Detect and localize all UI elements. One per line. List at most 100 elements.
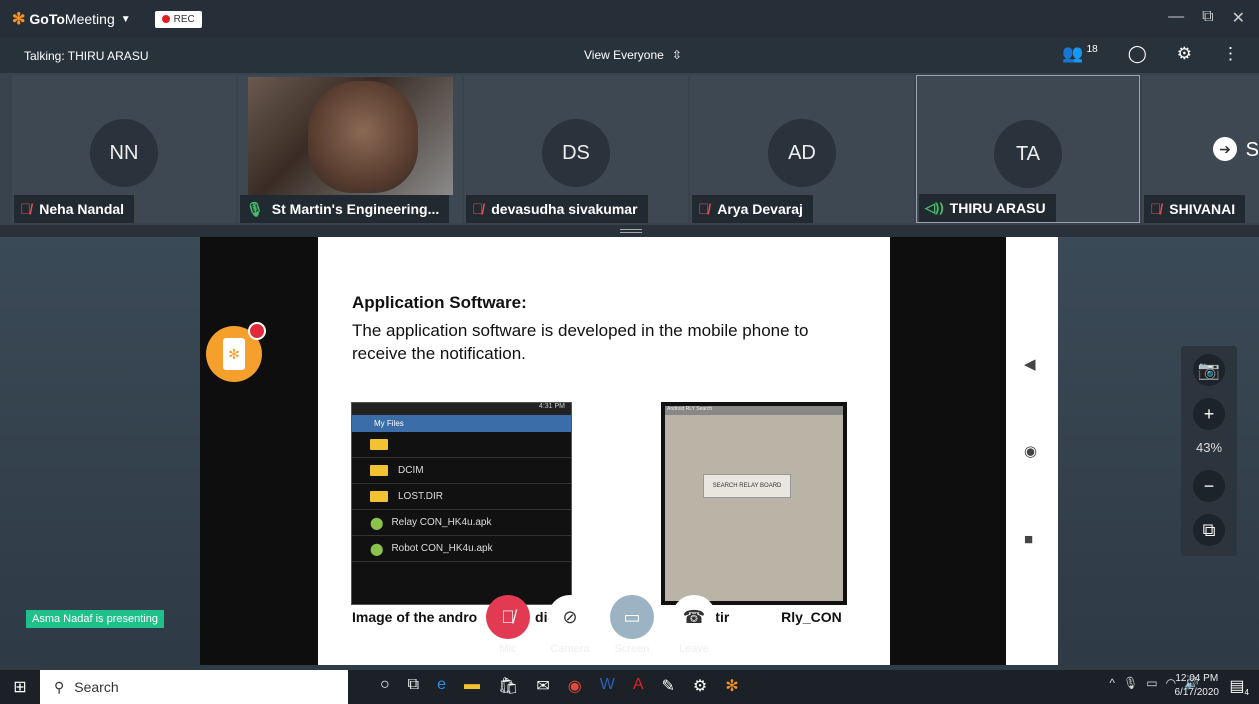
item-label: Robot CON_HK4u.apk (391, 543, 493, 554)
zoom-panel: 📷 + 43% − ⧉ (1181, 346, 1237, 556)
camera-control[interactable]: ⊘ Camera (548, 595, 592, 655)
camera-off-icon[interactable]: ⊘ (548, 595, 592, 639)
maximize-button[interactable]: ⧉ (1202, 8, 1213, 28)
taskbar-clock[interactable]: 12:04 PM 6/17/2020 (1175, 672, 1220, 700)
drag-handle-icon[interactable] (620, 229, 642, 233)
phone-screenshot-files: 4:31 PM My Files DCIM LOST.DIR ⬤ Relay CO… (351, 402, 572, 605)
settings-icon[interactable]: ⚙ (693, 676, 707, 696)
snapshot-camera-icon[interactable]: 📷 (1193, 354, 1225, 386)
store-icon[interactable]: 🛍 (498, 676, 518, 696)
taskbar-search[interactable]: ⚲ Search (40, 670, 348, 704)
participant-tile-active[interactable]: TA ◁)) THIRU ARASU (916, 75, 1140, 223)
letterbox-right (890, 237, 1008, 665)
action-center-icon[interactable]: ▤4 (1229, 676, 1249, 697)
brand-light: Meeting (64, 11, 115, 27)
info-icons: 👥 18 ◯ ⚙ ⋮ (1062, 44, 1239, 64)
close-button[interactable]: ✕ (1232, 8, 1245, 28)
pinned-apps: ○ ⧉ e ▬ 🛍 ✉ ◉ W A ✎ ⚙ ✻ (380, 676, 739, 696)
title-bar: ✻ GoTo Meeting ▼ REC — ⧉ ✕ (0, 0, 1259, 38)
participant-name: THIRU ARASU (949, 200, 1046, 216)
brand-bold: GoTo (29, 11, 65, 27)
participant-tile[interactable]: ➔ S 🎙̸ SHIVANAI (1142, 75, 1259, 223)
face-image (308, 81, 418, 193)
avatar: AD (768, 119, 836, 187)
recents-square-icon: ■ (1024, 531, 1034, 548)
chrome-icon[interactable]: ◉ (568, 676, 582, 696)
popout-icon[interactable]: ⧉ (1193, 514, 1225, 546)
zoom-level: 43% (1195, 440, 1223, 455)
screen-share-icon[interactable]: ▭ (610, 595, 654, 639)
caption-part: Image of the andro (352, 609, 478, 625)
paint-icon[interactable]: ✎ (661, 676, 674, 696)
folder-icon (370, 491, 388, 502)
chat-button[interactable]: ◯ (1128, 44, 1147, 64)
mic-off-icon[interactable]: 🎙̸ (486, 595, 530, 639)
avatar: NN (90, 119, 158, 187)
word-icon[interactable]: W (600, 676, 615, 696)
task-view-icon[interactable]: ⧉ (408, 676, 419, 696)
participant-tile[interactable]: AD 🎙̸ Arya Devaraj (690, 75, 914, 223)
attendee-count: 18 (1086, 44, 1098, 55)
folder-icon (370, 465, 388, 476)
list-item: ⬤ Robot CON_HK4u.apk (352, 536, 571, 562)
acrobat-icon[interactable]: A (633, 676, 644, 696)
leave-label: Leave (679, 643, 709, 655)
more-options-icon[interactable]: ⋮ (1222, 44, 1239, 64)
participant-name: devasudha sivakumar (491, 201, 638, 217)
leave-control[interactable]: ☎ Leave (672, 595, 716, 655)
participant-name-tag: 🎙 St Martin's Engineering... (240, 195, 450, 223)
android-nav-strip: ◀ ◉ ■ (1006, 237, 1058, 665)
list-item (352, 432, 571, 458)
mic-control[interactable]: 🎙̸ Mic (486, 595, 530, 655)
minimize-button[interactable]: — (1168, 8, 1184, 28)
battery-icon[interactable]: ▭ (1146, 676, 1157, 690)
mobile-app-badge[interactable]: ✻ (206, 322, 266, 382)
tray-chevron-icon[interactable]: ^ (1109, 676, 1115, 690)
caption-part: Rly_CON (781, 609, 842, 625)
recording-button[interactable]: REC (154, 10, 202, 28)
participant-tile[interactable]: 🎙 St Martin's Engineering... (238, 75, 462, 223)
app-menu-button[interactable]: ✻ GoTo Meeting ▼ (12, 9, 131, 29)
screen-control[interactable]: ▭ Screen (610, 595, 654, 655)
participant-tile[interactable]: DS 🎙̸ devasudha sivakumar (464, 75, 688, 223)
participant-tile[interactable]: NN 🎙̸ Neha Nandal (12, 75, 236, 223)
mic-tray-icon[interactable]: 🎙 (1123, 676, 1138, 690)
participant-name-tag: 🎙̸ devasudha sivakumar (466, 195, 648, 223)
hang-up-icon[interactable]: ☎ (672, 595, 716, 639)
zoom-out-button[interactable]: − (1193, 470, 1225, 502)
attendees-button[interactable]: 👥 18 (1062, 44, 1097, 64)
stop-badge-icon (248, 322, 266, 340)
screen-label: Screen (614, 643, 650, 655)
view-label: View Everyone (584, 48, 664, 62)
mail-icon[interactable]: ✉ (536, 676, 549, 696)
phone-icon: ✻ (223, 338, 245, 370)
search-icon: ⚲ (54, 678, 65, 695)
gotomeeting-window: ✻ GoTo Meeting ▼ REC — ⧉ ✕ Talking: THIRU… (0, 0, 1259, 704)
participant-name: Neha Nandal (39, 201, 125, 217)
participant-video (248, 77, 453, 195)
back-triangle-icon: ◀ (1024, 356, 1036, 373)
clock-date: 6/17/2020 (1174, 687, 1220, 698)
camera-label: Camera (550, 643, 590, 655)
letterbox-left (200, 237, 318, 665)
zoom-in-button[interactable]: + (1193, 398, 1225, 430)
view-selector[interactable]: View Everyone ⇳ (584, 48, 682, 62)
windows-start-icon[interactable]: ⊞ (0, 677, 40, 697)
cortana-icon[interactable]: ○ (380, 676, 390, 696)
settings-gear-icon[interactable]: ⚙ (1177, 44, 1192, 64)
item-label: Relay CON_HK4u.apk (391, 517, 492, 528)
gotomeeting-taskbar-icon[interactable]: ✻ (725, 676, 738, 696)
talking-indicator: Talking: THIRU ARASU (24, 48, 149, 63)
presenting-label: Asma Nadaf is presenting (26, 610, 164, 628)
mic-label: Mic (499, 643, 517, 655)
file-explorer-icon[interactable]: ▬ (464, 676, 480, 696)
caret-down-icon: ▼ (120, 13, 131, 25)
edge-icon[interactable]: e (437, 676, 446, 696)
item-label: DCIM (398, 465, 424, 476)
list-item: DCIM (352, 458, 571, 484)
participant-strip: NN 🎙̸ Neha Nandal 🎙 St Martin's Engineer… (0, 73, 1259, 225)
next-participants-arrow-icon[interactable]: ➔ (1213, 137, 1237, 161)
participant-name: St Martin's Engineering... (271, 201, 440, 217)
app-screen: Android RLY Search SEARCH RELAY BOARD (665, 406, 843, 601)
app-title: Android RLY Search (665, 406, 843, 415)
